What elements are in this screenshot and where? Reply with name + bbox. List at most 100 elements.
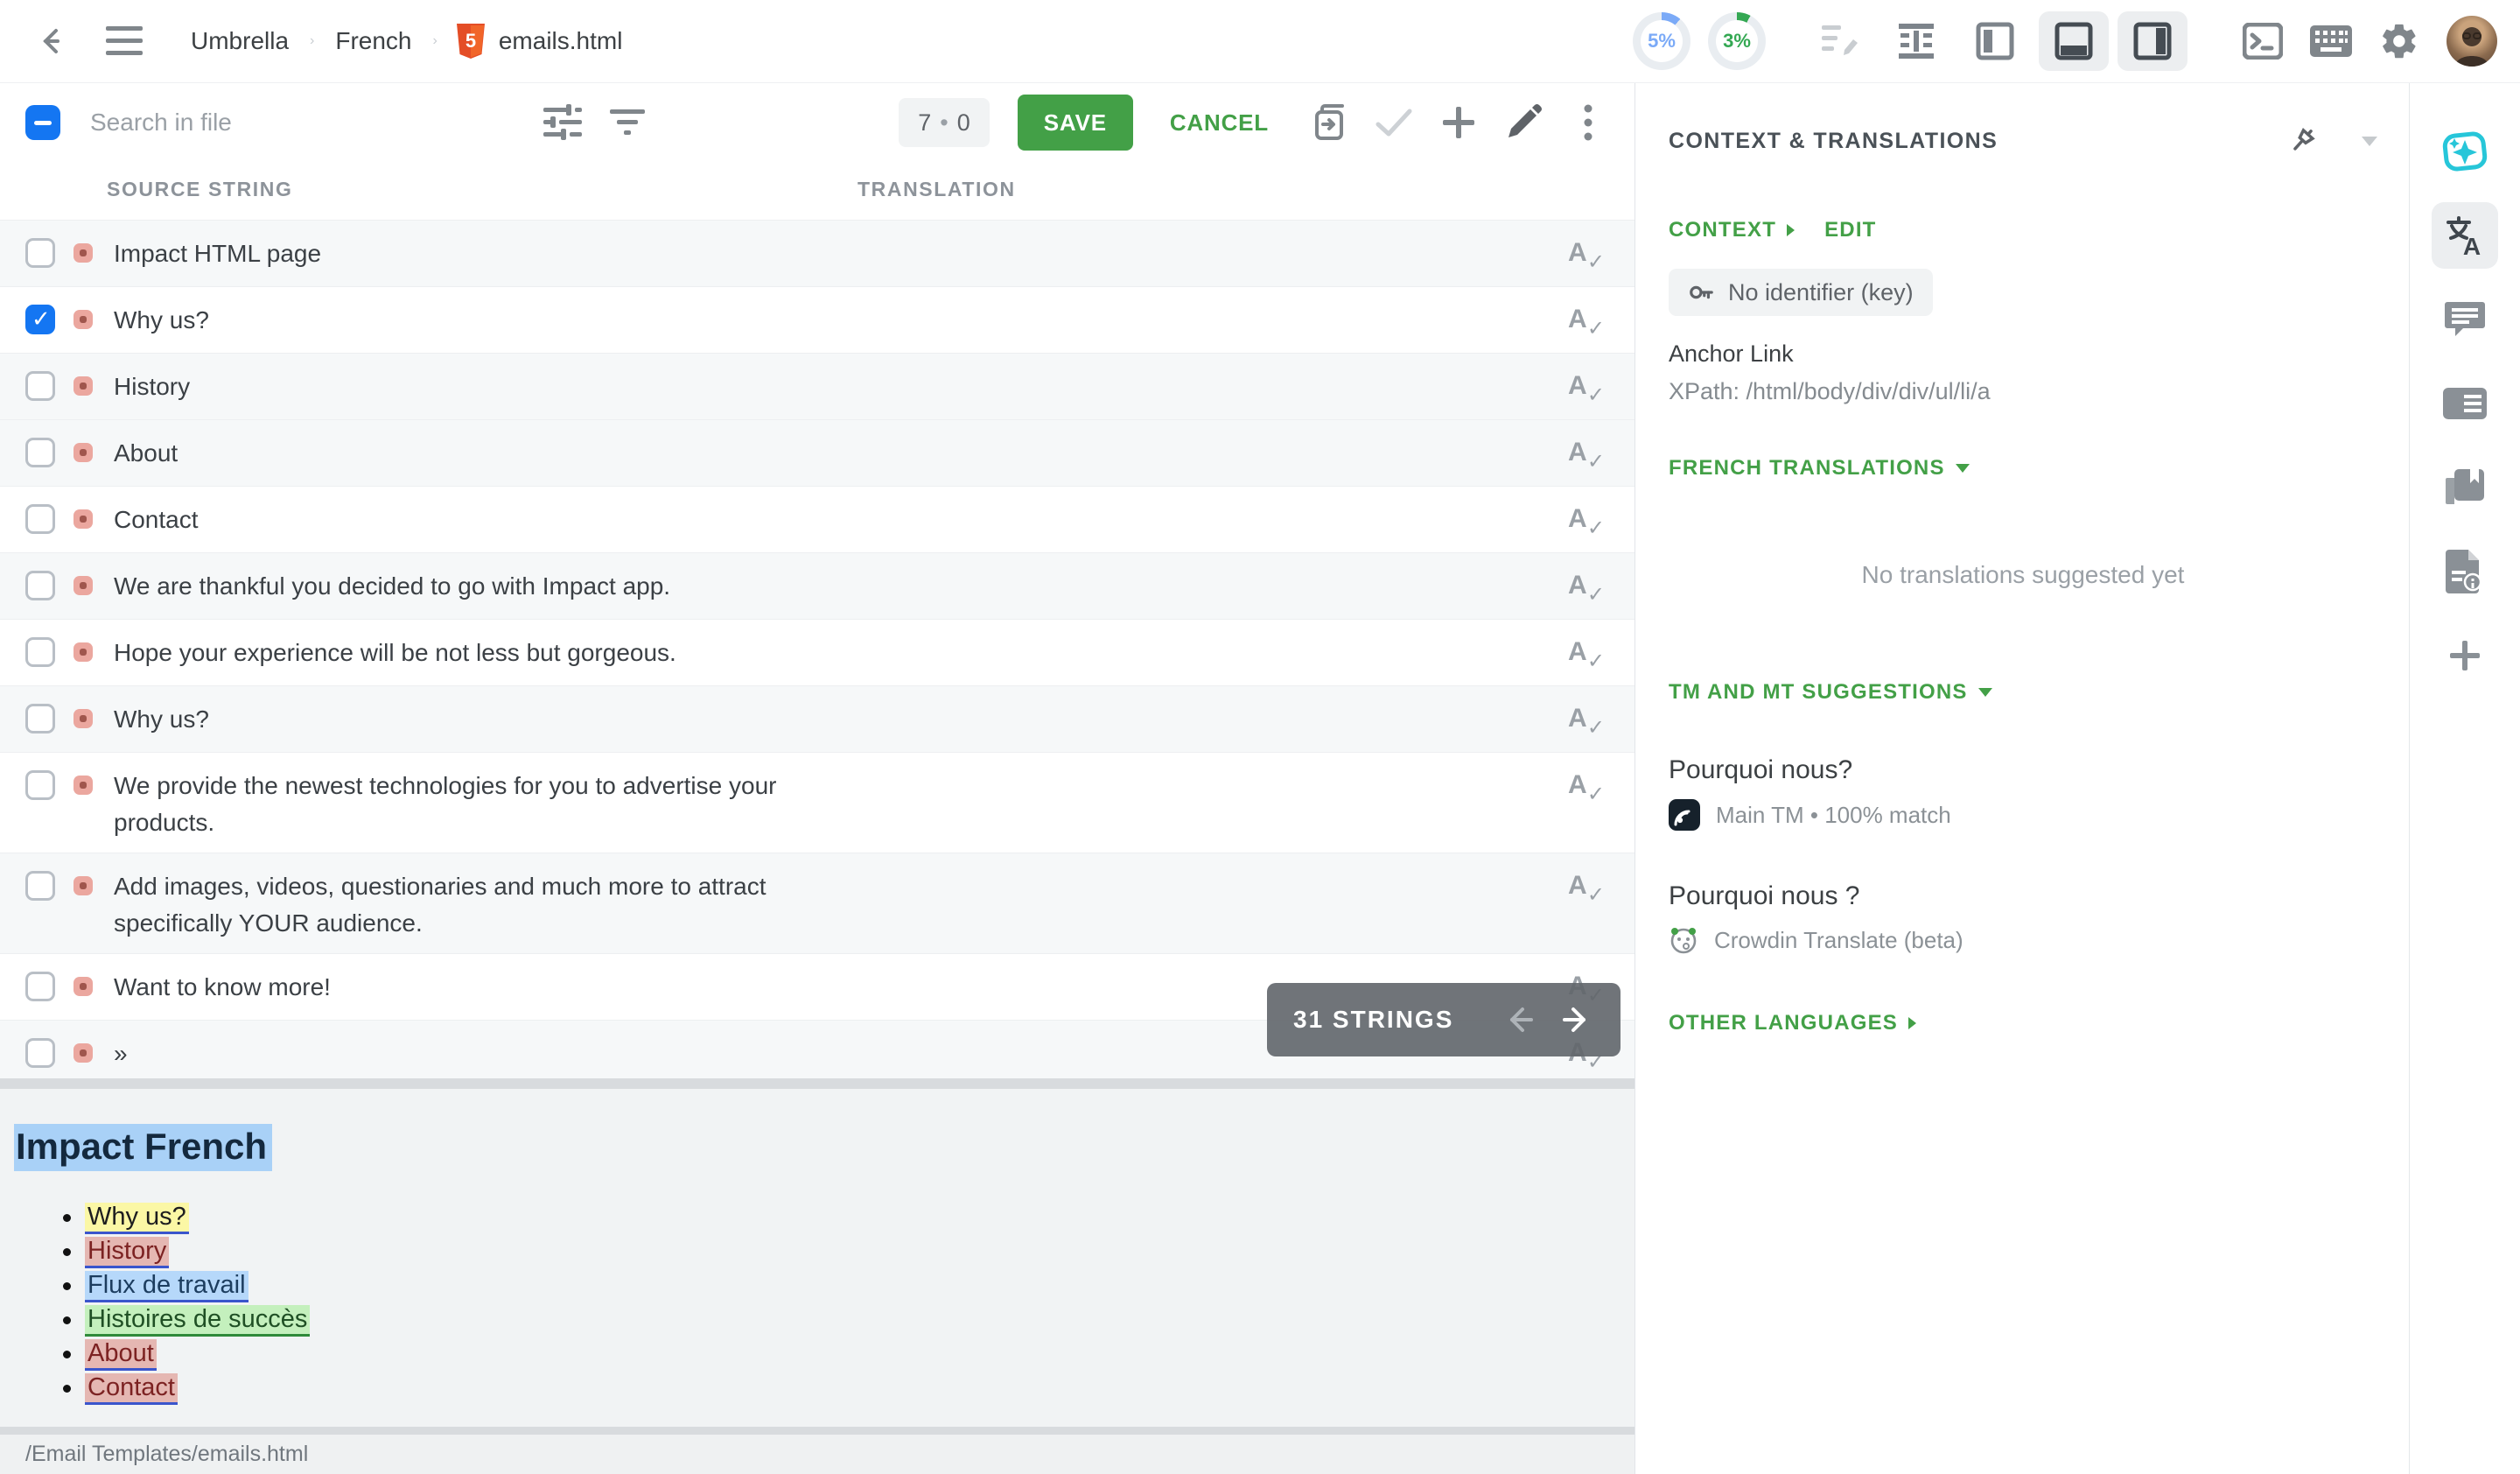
pretranslate-button[interactable] <box>1815 17 1864 66</box>
string-row[interactable]: Why us? A✓ <box>0 286 1634 353</box>
select-all-checkbox[interactable] <box>25 105 60 140</box>
row-checkbox[interactable] <box>25 871 55 901</box>
translations-tab[interactable]: A <box>2432 202 2498 269</box>
translated-progress-ring[interactable]: 5% <box>1633 12 1690 70</box>
string-row[interactable]: Contact A✓ <box>0 486 1634 552</box>
edit-list-icon <box>1818 20 1860 62</box>
source-string-text[interactable]: Want to know more! <box>114 969 331 1006</box>
edit-string-button[interactable] <box>1503 102 1544 143</box>
approved-progress-ring[interactable]: 3% <box>1708 12 1766 70</box>
suggestions-section-label: TM AND MT SUGGESTIONS <box>1669 680 1968 705</box>
preview-nav-link[interactable]: Histoires de succès <box>85 1305 310 1337</box>
right-panel-view-button[interactable] <box>2118 11 2188 71</box>
shortcuts-button[interactable] <box>2308 18 2354 64</box>
string-row[interactable]: Hope your experience will be not less bu… <box>0 619 1634 685</box>
row-checkbox[interactable] <box>25 637 55 667</box>
glossary-tab[interactable] <box>2432 454 2498 521</box>
row-checkbox[interactable] <box>25 438 55 467</box>
edit-context-button[interactable]: EDIT <box>1824 218 1876 242</box>
string-row[interactable]: Why us? A✓ <box>0 685 1634 752</box>
context-section-label: CONTEXT <box>1669 218 1776 242</box>
string-row[interactable]: About A✓ <box>0 419 1634 486</box>
back-button[interactable] <box>35 22 74 60</box>
side-by-side-view-button[interactable] <box>1881 11 1951 71</box>
row-checkbox[interactable] <box>25 371 55 401</box>
pane-resize-handle[interactable] <box>0 1078 1634 1089</box>
suggestions-section-toggle[interactable]: TM AND MT SUGGESTIONS <box>1669 680 2377 705</box>
preview-nav-link[interactable]: Why us? <box>85 1203 189 1234</box>
file-info-tab[interactable] <box>2432 538 2498 605</box>
row-checkbox[interactable] <box>25 238 55 268</box>
row-checkbox[interactable] <box>25 571 55 600</box>
string-row[interactable]: We are thankful you decided to go with I… <box>0 552 1634 619</box>
source-string-text[interactable]: Impact HTML page <box>114 235 321 272</box>
add-panel-tab[interactable] <box>2432 622 2498 689</box>
more-options-button[interactable] <box>1568 102 1608 143</box>
source-string-text[interactable]: Hope your experience will be not less bu… <box>114 635 676 671</box>
key-icon <box>1688 279 1714 305</box>
context-info-tab[interactable] <box>2432 370 2498 437</box>
string-row[interactable]: Impact HTML page A✓ <box>0 220 1634 286</box>
breadcrumb-project[interactable]: Umbrella <box>191 27 289 55</box>
bottom-panel-view-button[interactable] <box>2039 11 2109 71</box>
other-languages-toggle[interactable]: OTHER LANGUAGES <box>1669 1011 2377 1035</box>
main-menu-button[interactable] <box>103 22 145 60</box>
row-checkbox[interactable] <box>25 305 55 334</box>
translations-section-toggle[interactable]: FRENCH TRANSLATIONS <box>1669 456 2377 481</box>
breadcrumb-file[interactable]: 5 emails.html <box>455 23 623 60</box>
source-string-text[interactable]: Contact <box>114 502 199 538</box>
pin-panel-button[interactable] <box>2283 122 2321 160</box>
filter-button[interactable] <box>606 102 648 144</box>
settings-button[interactable] <box>2376 18 2422 64</box>
row-checkbox[interactable] <box>25 972 55 1001</box>
left-panel-view-icon <box>1976 22 2014 60</box>
save-button[interactable]: SAVE <box>1018 95 1133 151</box>
cancel-button[interactable]: CANCEL <box>1170 109 1269 137</box>
next-page-arrow[interactable] <box>1559 1002 1594 1037</box>
console-button[interactable] <box>2240 18 2286 64</box>
gear-icon <box>2379 21 2419 61</box>
source-string-text[interactable]: We are thankful you decided to go with I… <box>114 568 670 605</box>
source-string-text[interactable]: Add images, videos, questionaries and mu… <box>114 868 796 942</box>
row-checkbox[interactable] <box>25 1038 55 1068</box>
preview-nav-link[interactable]: Contact <box>85 1373 178 1405</box>
search-input[interactable] <box>90 109 484 137</box>
left-panel-view-button[interactable] <box>1960 11 2030 71</box>
breadcrumb-language[interactable]: French <box>335 27 411 55</box>
user-avatar[interactable] <box>2446 16 2497 67</box>
string-row[interactable]: Add images, videos, questionaries and mu… <box>0 853 1634 953</box>
approve-button[interactable] <box>1374 102 1414 143</box>
other-languages-label: OTHER LANGUAGES <box>1669 1011 1898 1035</box>
tm-suggestion-text[interactable]: Pourquoi nous? <box>1669 755 2377 785</box>
copy-source-button[interactable] <box>1309 102 1349 143</box>
add-string-button[interactable] <box>1438 102 1479 143</box>
spellcheck-icon: A✓ <box>1568 704 1603 742</box>
row-checkbox[interactable] <box>25 704 55 733</box>
preview-nav-link[interactable]: Flux de travail <box>85 1271 248 1302</box>
row-checkbox[interactable] <box>25 504 55 534</box>
strings-toolbar: 7 • 0 SAVE CANCEL <box>0 83 1634 162</box>
string-row[interactable]: We provide the newest technologies for y… <box>0 752 1634 853</box>
source-string-text[interactable]: Why us? <box>114 302 209 339</box>
advanced-filter-button[interactable] <box>542 102 584 144</box>
source-string-text[interactable]: Why us? <box>114 701 209 738</box>
source-string-text[interactable]: History <box>114 368 190 405</box>
preview-nav-link[interactable]: About <box>85 1339 157 1371</box>
source-string-text[interactable]: About <box>114 435 178 472</box>
spellcheck-icon: A✓ <box>1568 238 1603 277</box>
preview-nav-link[interactable]: History <box>85 1237 169 1268</box>
context-section-toggle[interactable]: CONTEXT <box>1669 218 1795 242</box>
approve-check-icon <box>1375 107 1413 138</box>
collapse-panel-chevron[interactable] <box>2362 137 2377 146</box>
row-checkbox[interactable] <box>25 770 55 800</box>
translations-section-label: FRENCH TRANSLATIONS <box>1669 456 1945 481</box>
source-string-text[interactable]: We provide the newest technologies for y… <box>114 768 796 841</box>
source-string-text[interactable]: » <box>114 1035 128 1072</box>
preview-page-title[interactable]: Impact French <box>14 1124 272 1171</box>
pushpin-icon <box>2286 124 2319 158</box>
string-row[interactable]: History A✓ <box>0 353 1634 419</box>
ai-assistant-tab[interactable] <box>2432 118 2498 185</box>
previous-page-arrow[interactable] <box>1502 1002 1536 1037</box>
comments-tab[interactable] <box>2432 286 2498 353</box>
mt-suggestion-text[interactable]: Pourquoi nous ? <box>1669 881 2377 911</box>
